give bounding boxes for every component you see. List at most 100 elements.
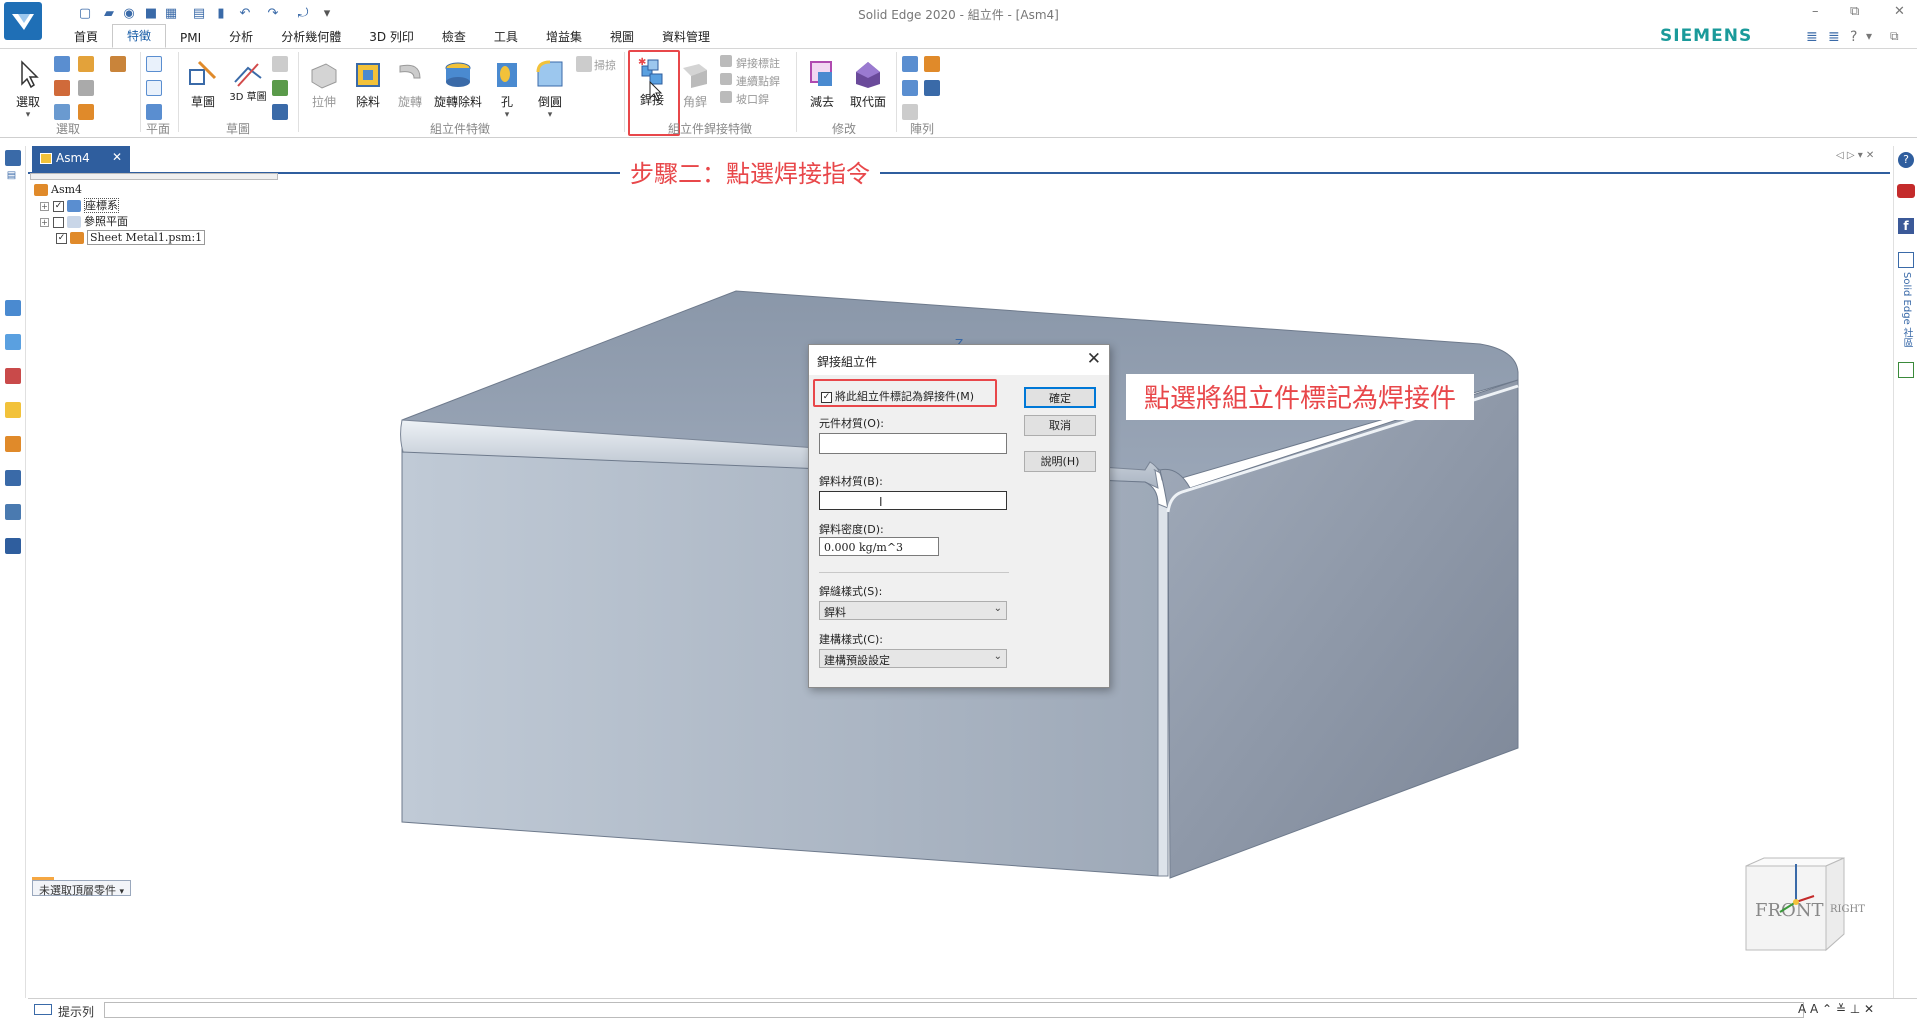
tree-item-coordinate-system[interactable]: + ✓ 座標系 <box>40 198 119 214</box>
facebook-icon[interactable]: f <box>1898 218 1914 234</box>
find-part-icon[interactable] <box>110 56 126 72</box>
tab-scroll-icon[interactable]: ◁ ▷ ▾ ✕ <box>1836 150 1874 161</box>
subtract-button[interactable]: 減去 <box>802 58 842 110</box>
round-button[interactable]: 倒圓 ▾ <box>530 58 570 120</box>
tab-pmi[interactable]: PMI <box>166 29 215 48</box>
pathfinder-splitter[interactable] <box>30 173 278 180</box>
restore-icon[interactable]: ⧉ <box>1850 4 1859 19</box>
dialog-close-icon[interactable]: ✕ <box>1087 349 1101 369</box>
youtube-icon[interactable] <box>1897 184 1915 198</box>
help-icon[interactable]: ? <box>1898 152 1914 168</box>
family-of-assemblies-icon[interactable] <box>5 470 21 486</box>
alternate-assemblies-icon[interactable] <box>5 504 21 520</box>
tree-item-sheet-metal[interactable]: ✓ Sheet Metal1.psm:1 <box>56 230 206 246</box>
tab-inspect[interactable]: 檢查 <box>428 26 480 48</box>
tab-data-management[interactable]: 資料管理 <box>648 26 724 48</box>
layers-icon[interactable] <box>5 334 21 350</box>
tab-analysis-geometry[interactable]: 分析幾何體 <box>267 26 355 48</box>
redo-icon[interactable]: ↷ <box>264 4 282 22</box>
pencil-icon[interactable] <box>272 104 288 120</box>
extrude-button[interactable]: 拉伸 <box>304 58 344 110</box>
plane-icon[interactable] <box>146 56 162 72</box>
tree-item-reference-planes[interactable]: + 參照平面 <box>40 214 128 230</box>
tab-tools[interactable]: 工具 <box>480 26 532 48</box>
gallery-icon[interactable] <box>1898 362 1914 378</box>
project-icon[interactable] <box>272 56 288 72</box>
stitch-weld-button[interactable]: 連續點銲 <box>736 73 780 89</box>
tab-add-ins[interactable]: 增益集 <box>532 26 596 48</box>
pathfinder-icon[interactable] <box>5 150 21 166</box>
tree-root[interactable]: Asm4 <box>34 182 82 198</box>
save-icon[interactable]: ■ <box>142 4 160 22</box>
find-icon[interactable]: ◉ <box>120 4 138 22</box>
revolve-button[interactable]: 旋轉 <box>390 58 430 110</box>
customize-icon[interactable]: ▾ <box>318 4 336 22</box>
weld-label-icon[interactable] <box>720 55 732 67</box>
open-icon[interactable]: ▰ <box>100 4 118 22</box>
select-button[interactable]: 選取 ▾ <box>12 58 44 120</box>
replace-face-button[interactable]: 取代面 <box>844 58 892 110</box>
select-tools-icon[interactable] <box>54 80 70 96</box>
plane-sketch-icon[interactable] <box>272 80 288 96</box>
revolve-cut-button[interactable]: 旋轉除料 <box>432 58 484 110</box>
tab-analyze[interactable]: 分析 <box>215 26 267 48</box>
bead-style-select[interactable]: 銲料 ⌄ <box>819 601 1007 620</box>
help-icon[interactable]: ? <box>1850 29 1857 45</box>
rotate-pattern-icon[interactable] <box>902 80 918 96</box>
cancel-button[interactable]: 取消 <box>1024 415 1096 436</box>
undo-icon[interactable]: ↶ <box>236 4 254 22</box>
copy-icon[interactable] <box>902 104 918 120</box>
minimize-icon[interactable]: – <box>1812 4 1819 19</box>
groove-weld-icon[interactable] <box>720 91 732 103</box>
restore-doc-icon[interactable]: ⧉ <box>1890 29 1899 44</box>
ok-button[interactable]: 確定 <box>1024 387 1096 408</box>
coordinate-system-icon[interactable] <box>146 104 162 120</box>
expand-icon[interactable]: + <box>40 217 49 227</box>
close-icon[interactable]: ✕ <box>1894 4 1905 19</box>
filter-icon[interactable] <box>54 56 70 72</box>
checkbox-coordinate-system[interactable]: ✓ <box>53 200 64 212</box>
stitch-weld-icon[interactable] <box>720 73 732 85</box>
properties-icon[interactable]: ▤ <box>190 4 208 22</box>
component-material-input[interactable] <box>819 433 1007 454</box>
expand-icon[interactable]: + <box>40 201 49 211</box>
groove-weld-button[interactable]: 坡口銲 <box>736 91 769 107</box>
sketch-button[interactable]: 草圖 <box>184 58 222 110</box>
part-icon[interactable] <box>78 104 94 120</box>
application-menu-button[interactable] <box>4 2 42 40</box>
options-icon[interactable]: ≣ <box>1828 29 1840 45</box>
notes-icon[interactable]: ▮ <box>212 4 230 22</box>
community-icon[interactable] <box>1898 252 1914 268</box>
save-all-icon[interactable]: ▦ <box>162 4 180 22</box>
chevron-down-icon[interactable]: ▾ <box>1866 29 1872 43</box>
weld-density-input[interactable]: 0.000 kg/m^3 <box>819 537 939 556</box>
tab-3d-print[interactable]: 3D 列印 <box>355 26 428 48</box>
cutout-button[interactable]: 除料 <box>348 58 388 110</box>
pattern-icon[interactable] <box>902 56 918 72</box>
weld-label-button[interactable]: 銲接標註 <box>736 55 780 71</box>
sweep-icon[interactable] <box>576 56 592 72</box>
fillet-weld-button[interactable]: 角銲 <box>678 58 712 110</box>
layout-icon[interactable]: ≣ <box>1806 29 1818 45</box>
view-cube[interactable]: FRONT RIGHT <box>1745 857 1865 952</box>
lock-icon[interactable] <box>78 56 94 72</box>
top-level-filter-dropdown[interactable]: 未選取頂層零件 ▾ <box>32 877 132 897</box>
command-finder-icon[interactable]: ⤾ <box>294 4 312 22</box>
mirror-icon[interactable] <box>924 56 940 72</box>
grid-pattern-icon[interactable] <box>924 80 940 96</box>
offset-plane-icon[interactable] <box>146 80 162 96</box>
font-size-controls-icon[interactable]: A A ⌃ ≚ ⊥ ✕ <box>1798 1002 1874 1016</box>
3d-sketch-button[interactable]: 3D 草圖 <box>228 58 268 103</box>
new-icon[interactable]: ▢ <box>76 4 94 22</box>
build-style-select[interactable]: 建構預設設定 ⌄ <box>819 649 1007 668</box>
sweep-button[interactable]: 掃掠 <box>594 57 616 73</box>
checkbox-reference-planes[interactable] <box>53 216 64 228</box>
tab-home[interactable]: 首頁 <box>60 26 112 48</box>
close-tab-icon[interactable]: ✕ <box>112 150 122 164</box>
sensors-icon[interactable] <box>5 368 21 384</box>
document-tab-asm4[interactable]: Asm4 ✕ <box>32 146 130 173</box>
tab-view[interactable]: 視圖 <box>596 26 648 48</box>
group-icon[interactable] <box>78 80 94 96</box>
weld-material-input[interactable] <box>819 491 1007 510</box>
checkbox-sheet-metal[interactable]: ✓ <box>56 232 67 244</box>
